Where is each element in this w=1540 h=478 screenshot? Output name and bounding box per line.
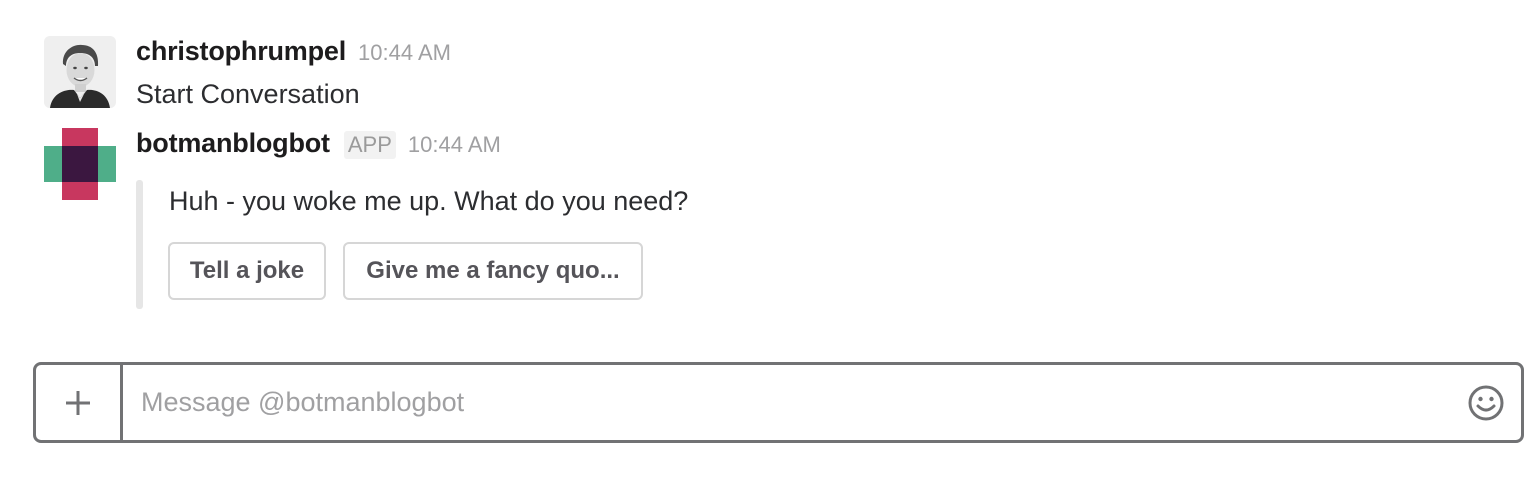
message-content: christophrumpel 10:44 AM Start Conversat… <box>136 36 451 112</box>
message-text: Start Conversation <box>136 79 360 109</box>
fancy-quote-button[interactable]: Give me a fancy quo... <box>343 242 643 300</box>
message-content: botmanblogbot APP 10:44 AM <box>136 128 501 168</box>
emoji-icon <box>1468 385 1504 420</box>
add-attachment-button[interactable] <box>36 365 123 440</box>
person-photo-icon <box>44 36 116 108</box>
message-composer <box>33 362 1524 443</box>
timestamp[interactable]: 10:44 AM <box>358 40 451 66</box>
message-header: christophrumpel 10:44 AM <box>136 36 451 76</box>
message-input[interactable] <box>123 365 1451 440</box>
attachment-bar <box>136 180 143 309</box>
message-attachment: Huh - you woke me up. What do you need? … <box>136 180 836 310</box>
attachment-text: Huh - you woke me up. What do you need? <box>169 186 689 216</box>
sender-name[interactable]: botmanblogbot <box>136 128 330 159</box>
attachment-actions: Tell a joke Give me a fancy quo... <box>168 242 643 300</box>
message-header: botmanblogbot APP 10:44 AM <box>136 128 501 168</box>
bot-logo-icon <box>44 128 116 200</box>
user-avatar[interactable] <box>44 36 116 108</box>
bot-avatar[interactable] <box>44 128 116 200</box>
plus-icon <box>66 390 90 415</box>
timestamp[interactable]: 10:44 AM <box>408 132 501 158</box>
sender-name[interactable]: christophrumpel <box>136 36 346 67</box>
emoji-button[interactable] <box>1451 365 1521 440</box>
tell-joke-button[interactable]: Tell a joke <box>168 242 326 300</box>
app-badge: APP <box>343 131 396 159</box>
